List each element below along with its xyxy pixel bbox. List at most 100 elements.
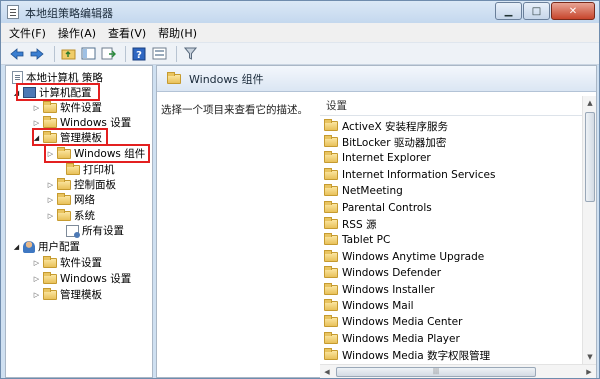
tree-item-label: 软件设置: [60, 102, 102, 114]
list-item-label: Windows Anytime Upgrade: [342, 251, 485, 263]
settings-list[interactable]: 设置 ActiveX 安装程序服务 BitLocker 驱动器加密 Intern…: [320, 96, 582, 364]
list-item[interactable]: Internet Information Services: [324, 167, 495, 183]
show-tree-icon[interactable]: [80, 46, 96, 62]
scrollbar-thumb[interactable]: |||: [336, 367, 536, 377]
list-item-label: BitLocker 驱动器加密: [342, 136, 447, 149]
tree-item-user-windows-settings[interactable]: ▷ Windows 设置: [32, 271, 131, 286]
svg-text:?: ?: [136, 50, 142, 61]
folder-icon: [324, 119, 338, 131]
list-item[interactable]: Windows Media Center: [324, 314, 462, 330]
scroll-right-arrow-icon[interactable]: ▶: [582, 365, 596, 379]
collapse-arrow-icon[interactable]: ▷: [32, 104, 41, 112]
back-arrow-icon[interactable]: [9, 46, 25, 62]
filter-icon[interactable]: [182, 46, 198, 62]
tree-pane[interactable]: 本地计算机 策略 ◢ 计算机配置 ▷ 软件设置 ▷ Windows 设置 ◢ 管…: [5, 65, 153, 378]
tree-item-label: 系统: [74, 210, 95, 222]
folder-icon: [57, 192, 71, 205]
list-item[interactable]: Windows Installer: [324, 282, 435, 298]
details-header: Windows 组件: [157, 66, 596, 92]
expand-arrow-icon[interactable]: ◢: [12, 243, 21, 251]
tree-item-network[interactable]: ▷ 网络: [46, 192, 95, 207]
title-bar[interactable]: 本地组策略编辑器 ▁ □ ✕: [1, 1, 599, 23]
tree-item-user-software-settings[interactable]: ▷ 软件设置: [32, 255, 102, 270]
folder-icon: [324, 233, 338, 245]
menu-file[interactable]: 文件(F): [9, 25, 46, 41]
folder-icon: [324, 266, 338, 278]
vertical-scrollbar[interactable]: ▲ ▼: [582, 96, 596, 364]
list-item[interactable]: Windows Defender: [324, 265, 441, 281]
scroll-down-arrow-icon[interactable]: ▼: [583, 350, 597, 364]
details-pane: Windows 组件 选择一个项目来查看它的描述。 设置 ActiveX 安装程…: [156, 65, 597, 378]
tree-item-all-settings[interactable]: 所有设置: [55, 223, 124, 238]
list-item[interactable]: Tablet PC: [324, 232, 390, 248]
column-header-setting[interactable]: 设置: [320, 96, 582, 116]
group-policy-editor-window: 本地组策略编辑器 ▁ □ ✕ 文件(F) 操作(A) 查看(V) 帮助(H) ?…: [0, 0, 600, 379]
list-item-label: Tablet PC: [342, 234, 391, 246]
collapse-arrow-icon[interactable]: ▷: [32, 275, 41, 283]
all-settings-icon: [66, 224, 80, 238]
list-item[interactable]: Internet Explorer: [324, 150, 431, 166]
list-item[interactable]: Windows Media 数字权限管理: [324, 347, 490, 363]
tree-item-label: 软件设置: [60, 257, 102, 269]
list-item-label: Windows Defender: [342, 267, 442, 279]
window-title: 本地组策略编辑器: [25, 7, 113, 20]
collapse-arrow-icon[interactable]: ▷: [32, 259, 41, 267]
folder-icon: [324, 168, 338, 180]
folder-icon: [324, 348, 338, 360]
tree-item-software-settings[interactable]: ▷ 软件设置: [32, 100, 102, 115]
folder-icon: [324, 299, 338, 311]
list-item-label: ActiveX 安装程序服务: [342, 120, 449, 133]
minimize-button[interactable]: ▁: [495, 2, 522, 20]
help-icon[interactable]: ?: [131, 46, 147, 62]
toolbar-separator: [176, 45, 177, 62]
tree-item-control-panel[interactable]: ▷ 控制面板: [46, 177, 116, 192]
tree-item-label: 打印机: [83, 164, 115, 176]
tree-item-user-admin-templates[interactable]: ▷ 管理模板: [32, 287, 102, 302]
menu-action[interactable]: 操作(A): [58, 25, 96, 41]
tree-item-label: 所有设置: [82, 225, 124, 237]
menu-view[interactable]: 查看(V): [108, 25, 146, 41]
list-item[interactable]: Windows Media Player: [324, 331, 460, 347]
list-item-label: Windows Media Center: [342, 316, 463, 328]
tree-item-printers[interactable]: 打印机: [55, 162, 115, 177]
list-item[interactable]: Parental Controls: [324, 200, 432, 216]
list-item[interactable]: RSS 源: [324, 216, 376, 232]
collapse-arrow-icon[interactable]: ▷: [46, 181, 55, 189]
export-icon[interactable]: [100, 46, 116, 62]
folder-icon: [324, 184, 338, 196]
list-item[interactable]: NetMeeting: [324, 183, 403, 199]
menu-bar: 文件(F) 操作(A) 查看(V) 帮助(H): [1, 23, 599, 43]
folder-icon: [66, 162, 80, 175]
list-item[interactable]: Windows Mail: [324, 298, 414, 314]
tree-item-system[interactable]: ▷ 系统: [46, 208, 95, 223]
horizontal-scrollbar[interactable]: ◀ ||| ▶: [320, 364, 596, 378]
tree-item-label: 管理模板: [60, 289, 102, 301]
up-folder-icon[interactable]: [60, 46, 76, 62]
collapse-arrow-icon[interactable]: ▷: [46, 212, 55, 220]
forward-arrow-icon[interactable]: [29, 46, 45, 62]
collapse-arrow-icon[interactable]: ▷: [46, 196, 55, 204]
close-button[interactable]: ✕: [551, 2, 595, 20]
collapse-arrow-icon[interactable]: ▷: [32, 119, 41, 127]
tree-item-label: 控制面板: [74, 179, 116, 191]
list-item[interactable]: Windows Anytime Upgrade: [324, 249, 484, 265]
menu-help[interactable]: 帮助(H): [158, 25, 197, 41]
window-controls: ▁ □ ✕: [494, 2, 595, 20]
tree-item-label: 网络: [74, 194, 95, 206]
folder-icon: [324, 283, 338, 295]
tree-item-user-config[interactable]: ◢ 用户配置: [12, 239, 80, 254]
scrollbar-thumb[interactable]: [585, 112, 595, 202]
list-item-label: Windows Media Player: [342, 333, 460, 345]
highlight-box-computer-config: [16, 83, 100, 101]
properties-icon[interactable]: [151, 46, 167, 62]
maximize-button[interactable]: □: [523, 2, 550, 20]
folder-icon: [324, 315, 338, 327]
list-item[interactable]: BitLocker 驱动器加密: [324, 134, 446, 150]
list-item[interactable]: ActiveX 安装程序服务: [324, 118, 448, 134]
description-text: 选择一个项目来查看它的描述。: [161, 104, 308, 116]
user-icon: [23, 240, 35, 253]
scroll-up-arrow-icon[interactable]: ▲: [583, 96, 597, 110]
scroll-left-arrow-icon[interactable]: ◀: [320, 365, 334, 379]
collapse-arrow-icon[interactable]: ▷: [32, 291, 41, 299]
details-header-title: Windows 组件: [189, 72, 264, 86]
